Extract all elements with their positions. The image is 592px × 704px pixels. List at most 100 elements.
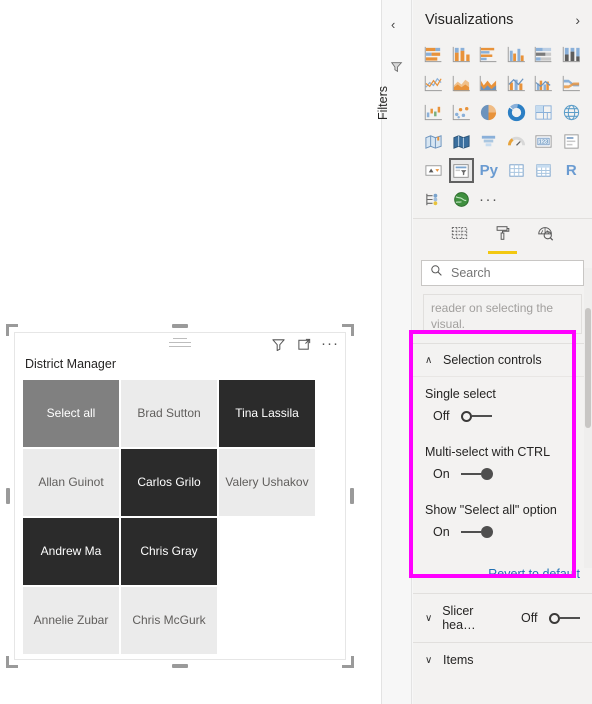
multi-select-ctrl-toggle-row[interactable]: On — [425, 467, 580, 491]
hundred-percent-stacked-column-chart-icon[interactable] — [559, 42, 585, 67]
chevron-up-icon: ∧ — [425, 354, 433, 366]
more-visuals-icon[interactable]: ··· — [476, 187, 502, 212]
slicer-visual-container[interactable]: ··· District Manager Select all Brad Sut… — [6, 324, 354, 668]
svg-text:123: 123 — [539, 139, 549, 145]
single-select-toggle-row[interactable]: Off — [425, 409, 580, 433]
visualizations-pane-tabs — [413, 218, 592, 254]
arcgis-maps-icon[interactable] — [449, 187, 475, 212]
stacked-column-chart-icon[interactable] — [449, 42, 475, 67]
toggle-bar — [472, 415, 492, 417]
show-select-all-label: Show "Select all" option — [425, 503, 557, 517]
format-pane-body: reader on selecting the visual. ∧ Select… — [413, 294, 592, 677]
shape-map-icon[interactable] — [449, 129, 475, 154]
kpi-icon[interactable] — [421, 158, 447, 183]
selection-controls-header[interactable]: ∧ Selection controls — [413, 344, 592, 376]
filters-pane-collapsed[interactable]: ‹ Filters — [376, 0, 412, 704]
selection-controls-body: Single select Off Multi-select with CTRL… — [413, 376, 592, 555]
show-select-all-toggle-row[interactable]: On — [425, 525, 580, 549]
toggle-knob-off-icon — [461, 410, 472, 422]
slicer-visual[interactable]: ··· District Manager Select all Brad Sut… — [14, 332, 346, 660]
show-select-all-toggle[interactable] — [461, 526, 493, 538]
single-select-toggle[interactable] — [461, 410, 492, 422]
waterfall-chart-icon[interactable] — [421, 100, 447, 125]
resize-handle-top-left-v[interactable] — [6, 324, 9, 336]
items-label: Items — [443, 653, 474, 667]
tab-analytics[interactable] — [535, 224, 556, 254]
slicer-header-label: Slicer hea… — [442, 604, 476, 632]
slicer-tile-allan-guinot[interactable]: Allan Guinot — [23, 449, 119, 516]
decomposition-tree-icon[interactable] — [421, 187, 447, 212]
donut-chart-icon[interactable] — [504, 100, 530, 125]
resize-handle-left-center[interactable] — [6, 488, 10, 504]
slicer-icon[interactable] — [448, 158, 474, 183]
ribbon-chart-icon[interactable] — [559, 71, 585, 96]
matrix-icon[interactable] — [531, 158, 557, 183]
hundred-percent-stacked-bar-chart-icon[interactable] — [531, 42, 557, 67]
selection-controls-section: ∧ Selection controls Single select Off M… — [413, 343, 592, 555]
resize-handle-top-center[interactable] — [172, 324, 188, 328]
table-icon[interactable] — [504, 158, 530, 183]
line-and-clustered-column-chart-icon[interactable] — [531, 71, 557, 96]
multi-select-ctrl-toggle[interactable] — [461, 468, 493, 480]
revert-to-default-link[interactable]: Revert to default — [488, 567, 580, 581]
tab-fields[interactable] — [449, 224, 470, 254]
toggle-knob-on-icon — [481, 526, 493, 538]
slicer-tile-carlos-grilo[interactable]: Carlos Grilo — [121, 449, 217, 516]
revert-to-default-row: Revert to default — [413, 555, 592, 593]
drag-grip-icon[interactable] — [169, 335, 191, 350]
card-icon[interactable]: 123 — [531, 129, 557, 154]
tab-format[interactable] — [488, 224, 517, 254]
slicer-tile-annelie-zubar[interactable]: Annelie Zubar — [23, 587, 119, 654]
visual-header-icons: ··· — [269, 335, 339, 353]
fields-icon — [451, 227, 468, 239]
search-input[interactable] — [451, 266, 592, 280]
slicer-header-toggle[interactable] — [549, 612, 580, 624]
line-chart-icon[interactable] — [421, 71, 447, 96]
clustered-column-chart-icon[interactable] — [504, 42, 530, 67]
resize-handle-top-right-v[interactable] — [351, 324, 354, 336]
resize-handle-bottom-right-v[interactable] — [351, 656, 354, 668]
multi-row-card-icon[interactable] — [559, 129, 585, 154]
chevron-right-icon[interactable]: › — [575, 12, 580, 28]
slicer-header-state: Off — [521, 611, 538, 625]
items-section-row[interactable]: ∨ Items — [413, 642, 592, 677]
paint-roller-icon — [496, 226, 510, 240]
slicer-tile-chris-mcgurk[interactable]: Chris McGurk — [121, 587, 217, 654]
scatter-chart-icon[interactable] — [449, 100, 475, 125]
gauge-chart-icon[interactable] — [504, 129, 530, 154]
stacked-bar-chart-icon[interactable] — [421, 42, 447, 67]
python-visual-icon[interactable]: Py — [476, 158, 502, 183]
map-icon[interactable] — [559, 100, 585, 125]
slicer-tile-valery-ushakov[interactable]: Valery Ushakov — [219, 449, 315, 516]
multi-select-ctrl-property: Multi-select with CTRL On — [425, 435, 580, 493]
slicer-tile-grid: Select all Brad Sutton Tina Lassila Alla… — [23, 380, 337, 654]
filter-icon[interactable] — [390, 60, 404, 79]
focus-mode-icon[interactable] — [295, 335, 313, 353]
area-chart-icon[interactable] — [449, 71, 475, 96]
more-options-icon[interactable]: ··· — [321, 335, 339, 353]
slicer-tile-andrew-ma[interactable]: Andrew Ma — [23, 518, 119, 585]
scrollbar-thumb[interactable] — [585, 308, 591, 428]
stacked-area-chart-icon[interactable] — [476, 71, 502, 96]
format-search-box[interactable] — [421, 260, 592, 286]
filters-pane-label: Filters — [376, 86, 390, 121]
line-and-stacked-column-chart-icon[interactable] — [504, 71, 530, 96]
multi-select-ctrl-label: Multi-select with CTRL — [425, 445, 551, 459]
slicer-tile-tina-lassila[interactable]: Tina Lassila — [219, 380, 315, 447]
r-script-visual-icon[interactable]: R — [559, 158, 585, 183]
filled-map-icon[interactable] — [421, 129, 447, 154]
slicer-tile-chris-gray[interactable]: Chris Gray — [121, 518, 217, 585]
clustered-bar-chart-icon[interactable] — [476, 42, 502, 67]
slicer-tile-brad-sutton[interactable]: Brad Sutton — [121, 380, 217, 447]
resize-handle-bottom-center[interactable] — [172, 664, 188, 668]
pie-chart-icon[interactable] — [476, 100, 502, 125]
resize-handle-right-center[interactable] — [350, 488, 354, 504]
treemap-icon[interactable] — [531, 100, 557, 125]
filter-icon[interactable] — [269, 335, 287, 353]
slicer-header-section-row[interactable]: ∨ Slicer hea… Off — [413, 593, 592, 642]
funnel-chart-icon[interactable] — [476, 129, 502, 154]
resize-handle-bottom-left-v[interactable] — [6, 656, 9, 668]
filters-collapse-chevron-icon[interactable]: ‹ — [391, 17, 395, 32]
format-pane-scrollbar[interactable] — [584, 268, 592, 568]
slicer-tile-select-all[interactable]: Select all — [23, 380, 119, 447]
